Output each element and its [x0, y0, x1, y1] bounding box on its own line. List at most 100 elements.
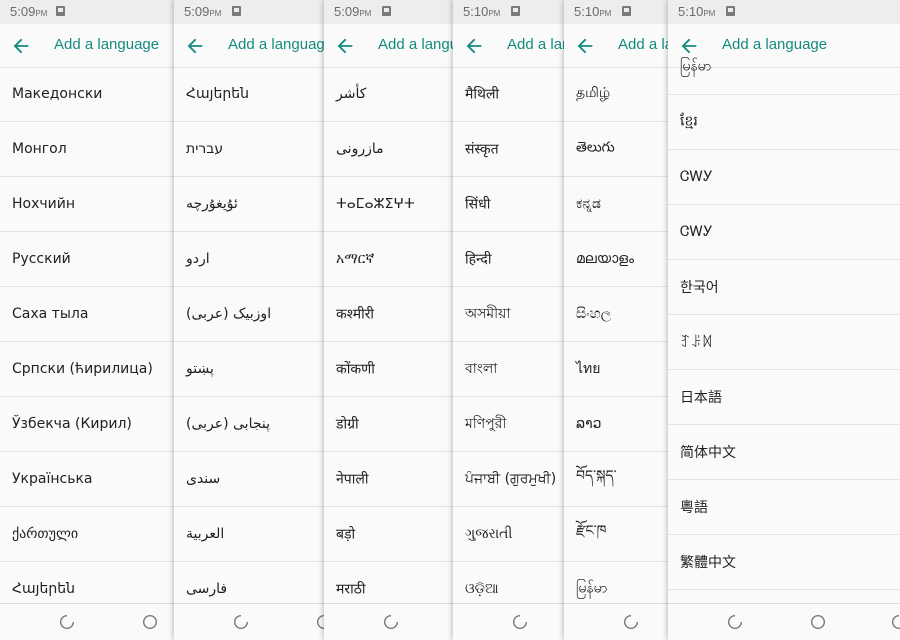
language-item[interactable]: മലയാളം: [564, 232, 668, 287]
language-item[interactable]: རྫོང་ཁ: [564, 507, 668, 562]
recents-icon[interactable]: [622, 613, 640, 631]
status-time: 5:10PM: [574, 4, 612, 19]
status-bar: 5:10PM: [564, 0, 668, 24]
language-item[interactable]: ⵜⴰⵎⴰⵣⵉⵖⵜ: [324, 177, 453, 232]
arrow-back-icon[interactable]: [10, 35, 32, 57]
arrow-back-icon[interactable]: [334, 35, 356, 57]
language-item[interactable]: Русский: [0, 232, 174, 287]
navigation-bar: [174, 603, 324, 640]
language-item[interactable]: 日本語: [668, 370, 900, 425]
settings-panel-5: 5:10PM Add a language தமிழ் తెలుగు ಕನ್ನಡ…: [564, 0, 668, 640]
recents-icon[interactable]: [511, 613, 529, 631]
language-item[interactable]: తెలుగు: [564, 122, 668, 177]
language-item[interactable]: ᏣᎳᎩ: [668, 205, 900, 260]
status-bar: 5:10PM: [453, 0, 564, 24]
status-bar: 5:09PM: [0, 0, 174, 24]
language-item[interactable]: བོད་སྐད་: [564, 452, 668, 507]
status-bar: 5:09PM: [174, 0, 324, 24]
language-item[interactable]: कश्मीरी: [324, 287, 453, 342]
recents-icon[interactable]: [382, 613, 400, 631]
app-bar: Add a language: [0, 24, 174, 68]
status-time: 5:09PM: [10, 4, 48, 19]
language-item[interactable]: සිංහල: [564, 287, 668, 342]
navigation-bar: [453, 603, 564, 640]
navigation-bar: [0, 603, 174, 640]
home-icon[interactable]: [141, 613, 159, 631]
language-item[interactable]: ខ្មែរ: [668, 95, 900, 150]
sim-card-icon: [382, 6, 391, 16]
language-item[interactable]: தமிழ்: [564, 67, 668, 122]
page-title: Add a language: [618, 36, 668, 53]
language-item[interactable]: বাংলা: [453, 342, 564, 397]
sim-card-icon: [56, 6, 65, 16]
language-list: کأشر مازرونی ⵜⴰⵎⴰⵣⵉⵖⵜ አማርኛ कश्मीरी कोंकण…: [324, 67, 453, 617]
language-item[interactable]: 한국어: [668, 260, 900, 315]
recents-icon[interactable]: [58, 613, 76, 631]
language-item[interactable]: बड़ो: [324, 507, 453, 562]
recents-icon[interactable]: [232, 613, 250, 631]
navigation-bar: [324, 603, 453, 640]
language-item[interactable]: پنجابی (عربی): [174, 397, 324, 452]
sim-card-icon: [726, 6, 735, 16]
language-item[interactable]: 粵語: [668, 480, 900, 535]
recents-icon[interactable]: [726, 613, 744, 631]
language-item[interactable]: မြန်မာ: [668, 40, 900, 95]
language-item[interactable]: العربية: [174, 507, 324, 562]
language-item[interactable]: संस्कृत: [453, 122, 564, 177]
home-icon[interactable]: [315, 613, 324, 631]
language-item[interactable]: ქართული: [0, 507, 174, 562]
language-item[interactable]: 繁體中文: [668, 535, 900, 590]
app-bar: Add a language: [453, 24, 564, 68]
language-item[interactable]: اردو: [174, 232, 324, 287]
navigation-bar: [668, 603, 900, 640]
language-item[interactable]: اوزبیک (عربی): [174, 287, 324, 342]
language-item[interactable]: Ўзбекча (Кирил): [0, 397, 174, 452]
language-item[interactable]: 简体中文: [668, 425, 900, 480]
page-title: Add a language: [378, 36, 453, 53]
language-item[interactable]: پښتو: [174, 342, 324, 397]
language-list: Македонски Монгол Нохчийн Русский Саха т…: [0, 67, 174, 617]
language-item[interactable]: মণিপুরী: [453, 397, 564, 452]
language-item[interactable]: አማርኛ: [324, 232, 453, 287]
language-item[interactable]: ಕನ್ನಡ: [564, 177, 668, 232]
settings-panel-6: 5:10PM Add a language မြန်မာ ខ្មែរ ᏣᎳᎩ Ꮳ…: [668, 0, 900, 640]
status-time: 5:10PM: [678, 4, 716, 19]
language-item[interactable]: Հայերեն: [174, 67, 324, 122]
arrow-back-icon[interactable]: [574, 35, 596, 57]
language-item[interactable]: डोग्री: [324, 397, 453, 452]
app-bar: Add a language: [324, 24, 453, 68]
status-time: 5:10PM: [463, 4, 501, 19]
language-item[interactable]: עברית: [174, 122, 324, 177]
language-item[interactable]: ئۇيغۇرچە: [174, 177, 324, 232]
status-time: 5:09PM: [334, 4, 372, 19]
settings-panel-3: 5:09PM Add a language کأشر مازرونی ⵜⴰⵎⴰⵣ…: [324, 0, 453, 640]
language-item[interactable]: Монгол: [0, 122, 174, 177]
arrow-back-icon[interactable]: [463, 35, 485, 57]
language-item[interactable]: हिन्दी: [453, 232, 564, 287]
language-item[interactable]: ไทย: [564, 342, 668, 397]
language-item[interactable]: Українська: [0, 452, 174, 507]
language-item[interactable]: ਪੰਜਾਬੀ (ਗੁਰਮੁਖੀ): [453, 452, 564, 507]
language-item[interactable]: नेपाली: [324, 452, 453, 507]
language-item[interactable]: سندی: [174, 452, 324, 507]
language-item[interactable]: کأشر: [324, 67, 453, 122]
language-item[interactable]: ꆈꌠꉙ: [668, 315, 900, 370]
language-item[interactable]: مازرونی: [324, 122, 453, 177]
language-item[interactable]: অসমীয়া: [453, 287, 564, 342]
language-item[interactable]: Македонски: [0, 67, 174, 122]
home-icon[interactable]: [809, 613, 827, 631]
recents-icon[interactable]: [890, 613, 900, 631]
language-item[interactable]: ᏣᎳᎩ: [668, 150, 900, 205]
language-list: မြန်မာ ខ្មែរ ᏣᎳᎩ ᏣᎳᎩ 한국어 ꆈꌠꉙ 日本語 简体中文 粵語…: [668, 40, 900, 590]
language-item[interactable]: Саха тыла: [0, 287, 174, 342]
language-item[interactable]: सिंधी: [453, 177, 564, 232]
language-list: Հայերեն עברית ئۇيغۇرچە اردو اوزبیک (عربی…: [174, 67, 324, 617]
language-item[interactable]: ລາວ: [564, 397, 668, 452]
language-item[interactable]: Нохчийн: [0, 177, 174, 232]
sim-card-icon: [622, 6, 631, 16]
language-item[interactable]: मैथिली: [453, 67, 564, 122]
language-item[interactable]: Српски (ћирилица): [0, 342, 174, 397]
language-item[interactable]: कोंकणी: [324, 342, 453, 397]
arrow-back-icon[interactable]: [184, 35, 206, 57]
language-item[interactable]: ગુજરાતી: [453, 507, 564, 562]
